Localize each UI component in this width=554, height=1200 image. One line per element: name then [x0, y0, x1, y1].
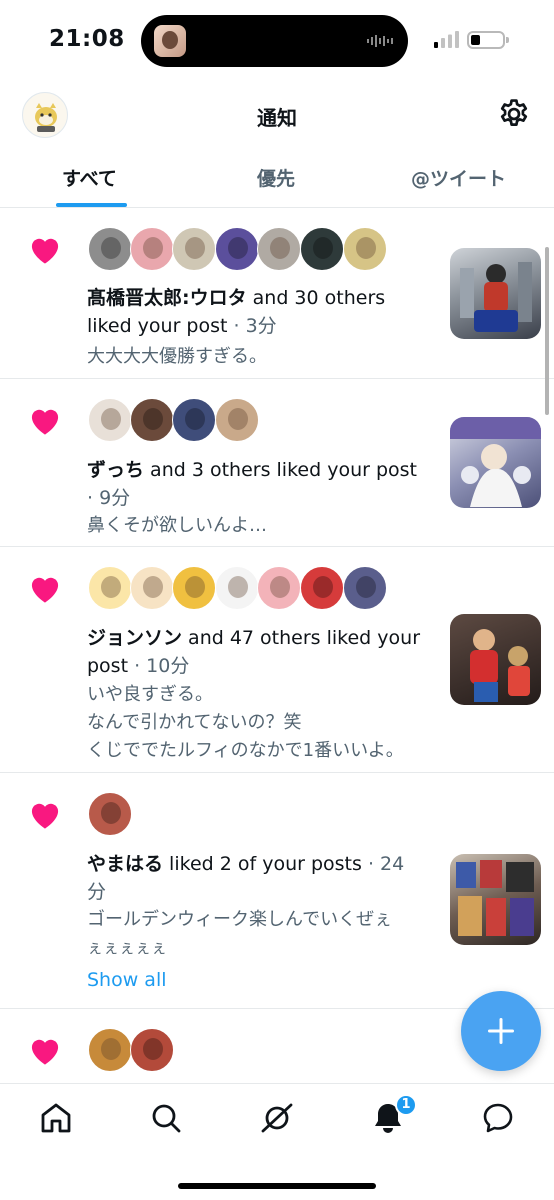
tab-mentions[interactable]: @ツイート	[411, 164, 506, 191]
home-indicator	[178, 1183, 376, 1189]
avatar[interactable]	[88, 1028, 132, 1072]
avatar[interactable]	[343, 566, 387, 610]
user-name[interactable]: ジョンソン	[87, 627, 182, 649]
heart-icon	[31, 409, 59, 435]
compose-button[interactable]	[461, 991, 541, 1071]
status-bar: 21:08	[0, 0, 554, 84]
avatar[interactable]	[215, 566, 259, 610]
user-name[interactable]: ずっち	[87, 459, 144, 481]
avatar[interactable]	[215, 398, 259, 442]
avatar[interactable]	[257, 227, 301, 271]
active-tab-indicator	[56, 203, 127, 207]
timestamp: · 9分	[87, 487, 131, 509]
user-name[interactable]: やまはる	[87, 853, 163, 875]
post-thumbnail[interactable]	[450, 614, 541, 705]
avatar[interactable]	[130, 1028, 174, 1072]
heart-icon	[31, 1039, 59, 1065]
dynamic-island	[141, 15, 408, 67]
avatar[interactable]	[172, 566, 216, 610]
avatar[interactable]	[88, 398, 132, 442]
spaces-icon[interactable]	[257, 1098, 297, 1138]
heart-icon	[31, 577, 59, 603]
notification-text: やまはる liked 2 of your posts · 24 分	[87, 853, 405, 903]
avatar[interactable]	[215, 227, 259, 271]
battery-icon	[467, 31, 505, 49]
notification-text: ジョンソン and 47 others liked your post · 10分	[87, 627, 421, 677]
post-thumbnail[interactable]	[450, 417, 541, 508]
post-snippet: 大大大大優勝すぎる。	[87, 346, 267, 367]
signal-icon	[434, 31, 459, 48]
heart-icon	[31, 238, 59, 264]
notification-item[interactable]: ジョンソン and 47 others liked your post · 10分…	[0, 547, 554, 773]
bottom-nav: 1	[0, 1083, 554, 1200]
avatar[interactable]	[257, 566, 301, 610]
notification-item[interactable]: 髙橋晋太郎:ウロタ and 30 others liked your post …	[0, 208, 554, 379]
avatar[interactable]	[172, 227, 216, 271]
notification-feed[interactable]: 髙橋晋太郎:ウロタ and 30 others liked your post …	[0, 208, 554, 1083]
home-icon[interactable]	[36, 1098, 76, 1138]
user-name[interactable]: 髙橋晋太郎:ウロタ	[87, 287, 247, 309]
audio-wave-icon	[367, 35, 393, 47]
avatar[interactable]	[88, 792, 132, 836]
avatar[interactable]	[300, 566, 344, 610]
post-snippet: 鼻くそが欲しいんよ…	[87, 515, 267, 536]
avatar[interactable]	[130, 566, 174, 610]
notification-item[interactable]: やまはる liked 2 of your posts · 24 分 ゴールデンウィ…	[0, 773, 554, 1009]
notification-tabs: すべて 優先 @ツイート	[0, 150, 554, 208]
notification-text: ずっち and 3 others liked your post · 9分	[87, 459, 417, 509]
post-snippet: いや良すぎる。 なんで引かれてないの？笑 くじででたルフィのなかで1番いいよ。	[87, 684, 404, 761]
post-thumbnail[interactable]	[450, 248, 541, 339]
avatar[interactable]	[130, 398, 174, 442]
timestamp: · 10分	[128, 655, 190, 677]
avatar[interactable]	[300, 227, 344, 271]
avatar[interactable]	[172, 398, 216, 442]
status-time: 21:08	[49, 26, 125, 52]
post-thumbnail[interactable]	[450, 854, 541, 945]
avatar[interactable]	[343, 227, 387, 271]
now-playing-avatar	[154, 25, 186, 57]
tab-priority[interactable]: 優先	[257, 164, 295, 191]
plus-icon	[488, 1018, 514, 1044]
heart-icon	[31, 803, 59, 829]
notification-text: 髙橋晋太郎:ウロタ and 30 others liked your post …	[87, 287, 386, 337]
tab-all[interactable]: すべて	[62, 164, 117, 191]
gear-icon[interactable]	[497, 97, 531, 131]
avatar[interactable]	[88, 566, 132, 610]
header: 通知	[0, 84, 554, 146]
timestamp: · 3分	[227, 315, 277, 337]
avatar[interactable]	[130, 227, 174, 271]
messages-icon[interactable]	[478, 1098, 518, 1138]
notification-badge: 1	[395, 1094, 417, 1116]
scrollbar[interactable]	[545, 247, 549, 415]
search-icon[interactable]	[146, 1098, 186, 1138]
notification-item[interactable]: ずっち and 3 others liked your post · 9分 鼻くそ…	[0, 379, 554, 547]
avatar[interactable]	[88, 227, 132, 271]
page-title: 通知	[257, 106, 297, 130]
post-snippet: ゴールデンウィーク楽しんでいくぜぇ ぇぇぇぇぇ	[87, 909, 393, 957]
show-all-link[interactable]: Show all	[87, 969, 167, 991]
